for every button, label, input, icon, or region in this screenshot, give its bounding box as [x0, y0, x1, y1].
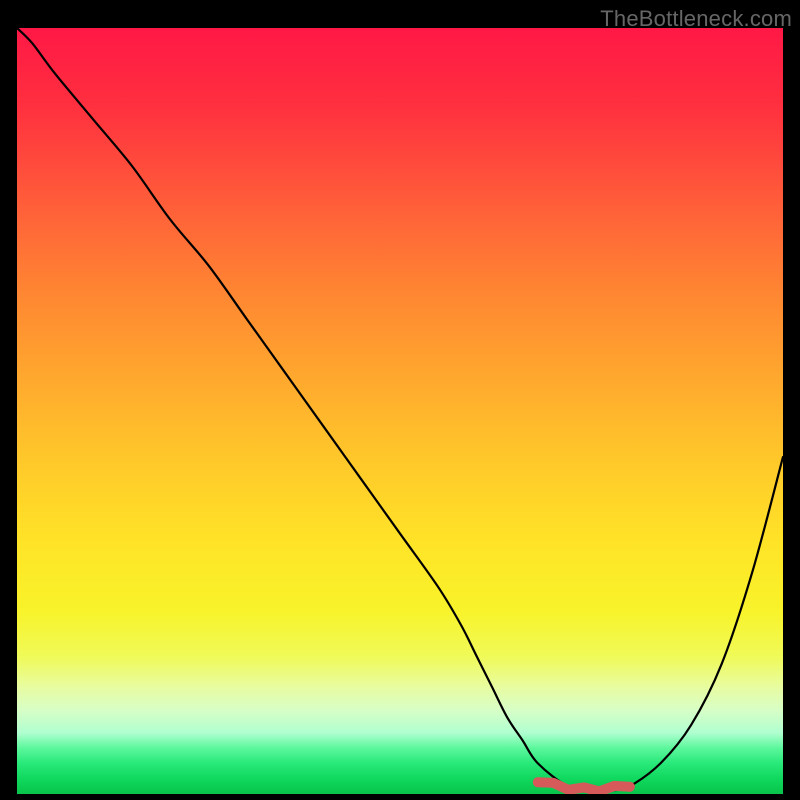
watermark-text: TheBottleneck.com — [600, 6, 792, 32]
optimal-range-path — [538, 782, 630, 791]
bottleneck-curve-svg — [17, 28, 783, 794]
bottleneck-curve-path — [17, 28, 783, 791]
optimal-range-end-dot — [625, 782, 635, 792]
optimal-range-start-dot — [533, 777, 543, 787]
chart-stage: TheBottleneck.com — [0, 0, 800, 800]
plot-area — [17, 28, 783, 794]
